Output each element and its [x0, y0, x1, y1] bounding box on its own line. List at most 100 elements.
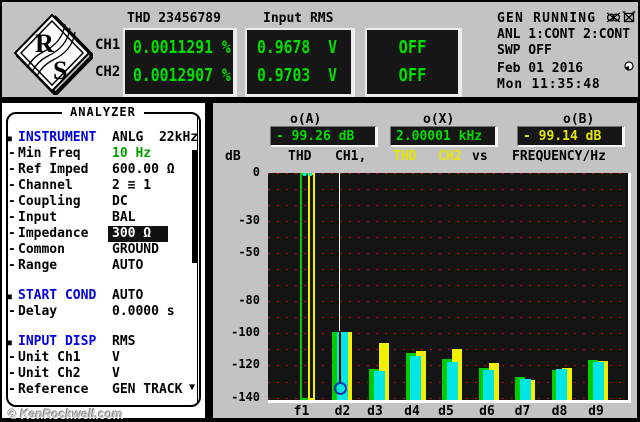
bar-d8-cyan	[556, 369, 567, 400]
menu-item-unit-ch2[interactable]: -Unit Ch2V	[6, 366, 198, 382]
y-tick--30: -30	[218, 213, 260, 227]
top-status-bar: R S CH1 CH2 THD 23456789 0.0011291 % 0.0…	[2, 2, 638, 97]
menu-item-input-disp[interactable]: ■INPUT DISPRMS	[6, 334, 198, 350]
gridline--100db	[268, 333, 628, 334]
bar-d4-cyan	[410, 356, 421, 400]
cursor-b-readout: - 99.14 dB	[517, 126, 625, 147]
menu-item-range[interactable]: -RangeAUTO	[6, 258, 198, 274]
x-tick-d4: d4	[404, 404, 420, 419]
menu-item-reference[interactable]: -ReferenceGEN TRACK	[6, 382, 198, 398]
crossed-box-icon	[622, 10, 636, 25]
cursor-b-label: o(B)	[563, 112, 594, 127]
menu-item-label: Impedance	[18, 226, 88, 242]
cursor-line-lower	[339, 331, 341, 383]
chart-area: o(A) o(X) o(B) - 99.26 dB 2.00001 kHz - …	[213, 103, 637, 418]
y-tick--100: -100	[218, 325, 260, 339]
bar-d9-cyan	[593, 362, 604, 400]
y-tick--140: -140	[218, 390, 260, 404]
ch2-label: CH2	[95, 64, 120, 80]
menu-item-ref-imped[interactable]: -Ref Imped600.00 Ω	[6, 162, 198, 178]
menu-item-impedance[interactable]: -Impedance 300 Ω	[6, 226, 198, 242]
cursor-marker-circle	[334, 382, 347, 395]
cursor-x-value: 2.00001 kHz	[396, 129, 482, 144]
watermark: © KenRockwell.com	[8, 407, 123, 421]
menu-item-unit-ch1[interactable]: -Unit Ch1V	[6, 350, 198, 366]
gen-status: GEN RUNNING	[497, 11, 596, 26]
menu-item-instrument[interactable]: ■ INSTRUMENT ANLG 22kHz	[6, 130, 198, 146]
menu-item-coupling[interactable]: -CouplingDC	[6, 194, 198, 210]
section-bullet-icon: ■	[7, 131, 12, 147]
swp-status: SWP OFF	[497, 43, 552, 58]
menu-item-label: Unit Ch2	[18, 366, 81, 382]
menu-item-delay[interactable]: -Delay 0.0000 s	[6, 304, 198, 320]
rohde-schwarz-logo-icon: R S	[13, 13, 93, 95]
item-bullet-icon: -	[8, 146, 16, 162]
menu-item-label: Channel	[18, 178, 73, 194]
section-bullet-icon: ■	[7, 289, 12, 305]
anl-status: ANL 1:CONT 2:CONT	[497, 27, 630, 42]
thd-ch1-value: 0.0011291 %	[133, 39, 215, 57]
gridline--110db	[268, 349, 628, 350]
aux-display: OFF OFF	[365, 28, 462, 97]
y-tick--120: -120	[218, 357, 260, 371]
item-bullet-icon: -	[8, 162, 16, 178]
menu-item-label: Delay	[18, 304, 57, 320]
menu-item-common[interactable]: -CommonGROUND	[6, 242, 198, 258]
bar-d5-cyan	[447, 362, 458, 400]
menu-item-input[interactable]: -InputBAL	[6, 210, 198, 226]
menu-item-label: Coupling	[18, 194, 81, 210]
rms-ch1-value: 0.9678 V	[257, 39, 334, 57]
x-tick-f1: f1	[294, 404, 310, 419]
menu-item-value: V	[112, 350, 120, 366]
menu-item-value: 10 Hz	[112, 146, 151, 162]
thd-ch2-value: 0.0012907 %	[133, 67, 215, 85]
item-bullet-icon: -	[8, 304, 16, 320]
legend-trace1: THD	[288, 149, 311, 164]
thd-function-label: THD 23456789	[127, 11, 221, 26]
menu-item-value: GEN TRACK	[112, 382, 182, 398]
item-bullet-icon: -	[8, 210, 16, 226]
y-tick-0: 0	[218, 165, 260, 179]
legend-vs: vs	[472, 149, 488, 164]
menu-item-value: 600.00 Ω	[112, 162, 175, 178]
menu-item-value: DC	[112, 194, 128, 210]
gridline--10db	[268, 189, 628, 190]
item-bullet-icon: -	[8, 382, 16, 398]
legend-trace2: THD	[393, 149, 416, 164]
legend-trace2-channel: CH2	[438, 149, 461, 164]
gridline--50db	[268, 253, 628, 254]
cursor-a-value: - 99.26 dB	[276, 129, 354, 144]
pie-clock-icon	[624, 61, 634, 71]
y-tick--50: -50	[218, 245, 260, 259]
menu-item-value: ANLG 22kHz	[112, 130, 198, 146]
menu-item-label: INPUT DISP	[18, 334, 96, 350]
input-rms-label: Input RMS	[263, 11, 333, 26]
menu-item-label: Min Freq	[18, 146, 81, 162]
menu-item-label: Common	[18, 242, 65, 258]
x-tick-d6: d6	[479, 404, 495, 419]
menu-item-label: INSTRUMENT	[18, 130, 96, 146]
rms-ch2-value: 0.9703 V	[257, 67, 334, 85]
menu-scrollbar-thumb[interactable]	[192, 150, 197, 263]
crossed-rings-icon	[606, 10, 621, 25]
aux-ch2-value: OFF	[374, 67, 451, 85]
cursor-a-readout: - 99.26 dB	[270, 126, 378, 147]
logo-letter-s: S	[53, 56, 67, 85]
cursor-b-value: - 99.14 dB	[523, 129, 601, 144]
menu-scroll-down-arrow[interactable]: ▼	[189, 381, 195, 395]
menu-scrollbar-track[interactable]	[197, 116, 198, 404]
bar-d3-cyan	[374, 371, 385, 400]
item-bullet-icon: -	[8, 226, 16, 242]
bar-f1-cyan-dash	[303, 173, 313, 176]
menu-item-value: V	[112, 366, 120, 382]
menu-item-value: 0.0000 s	[112, 304, 175, 320]
menu-item-value: AUTO	[112, 258, 143, 274]
menu-item-start-cond[interactable]: ■START CONDAUTO	[6, 288, 198, 304]
menu-item-value: 300 Ω	[108, 226, 168, 242]
item-bullet-icon: -	[8, 242, 16, 258]
x-tick-d5: d5	[438, 404, 454, 419]
menu-item-channel[interactable]: -Channel2 ≡ 1	[6, 178, 198, 194]
item-bullet-icon: -	[8, 350, 16, 366]
menu-item-min-freq[interactable]: -Min Freq 10 Hz	[6, 146, 198, 162]
gridline--70db	[268, 285, 628, 286]
